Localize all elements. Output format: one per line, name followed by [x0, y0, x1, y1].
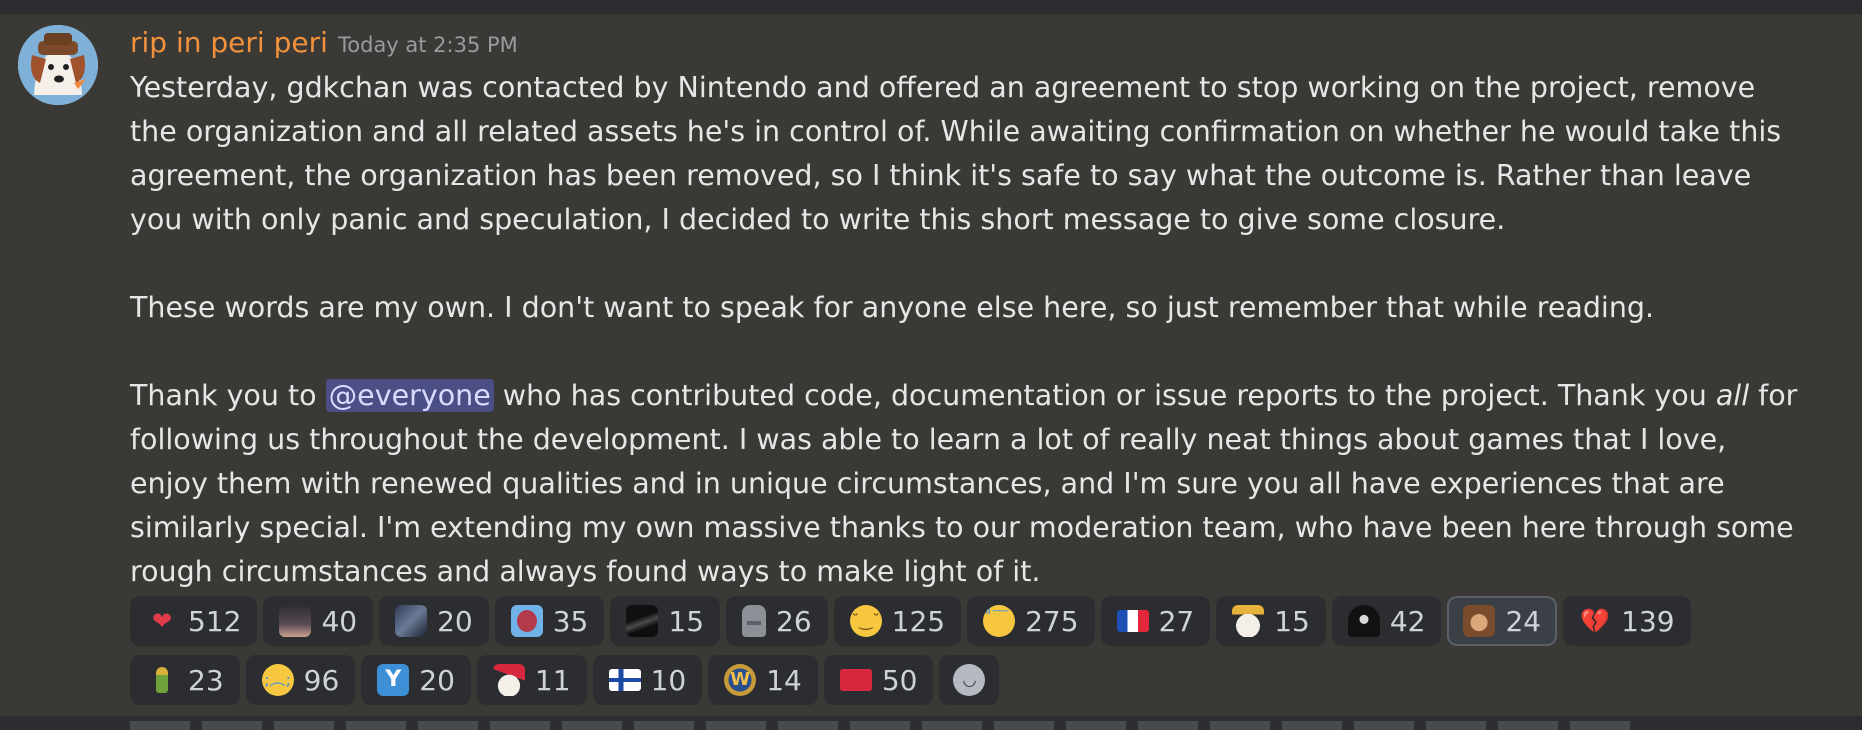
reaction-warcraft-logo[interactable]: W 14 — [708, 655, 818, 705]
truncated-text-line — [130, 721, 1630, 730]
next-message-peek — [0, 716, 1862, 730]
reactions-bar: ❤ 512 40 20 35 15 26 ˘‿˘ 125 ╥﹏╥ 27 — [130, 596, 1862, 714]
reaction-count: 24 — [1505, 604, 1542, 638]
reaction-finland-flag[interactable]: 10 — [592, 655, 703, 705]
everyone-mention[interactable]: @everyone — [325, 379, 494, 412]
paragraph-3-middle: who has contributed code, documentation … — [493, 379, 1716, 412]
reaction-bottle[interactable]: 23 — [130, 655, 240, 705]
reaction-y-letter[interactable]: Y 20 — [361, 655, 471, 705]
hooded-figure-icon — [1347, 605, 1380, 637]
reaction-count: 11 — [534, 663, 571, 697]
crying-face-icon: ;︵; — [261, 664, 294, 696]
top-bar — [0, 0, 1862, 14]
reaction-count: 275 — [1025, 604, 1079, 638]
message-paragraph-2: These words are my own. I don't want to … — [130, 291, 1655, 324]
warcraft-logo-icon: W — [724, 664, 757, 696]
moai-icon — [742, 605, 767, 637]
reaction-count: 14 — [766, 663, 802, 697]
monkey-face-icon — [1463, 605, 1496, 637]
reaction-person-emote[interactable]: 40 — [263, 596, 374, 646]
reaction-count: 26 — [776, 604, 812, 638]
dark-scene-icon — [626, 605, 659, 637]
reaction-count: 10 — [650, 663, 687, 697]
reaction-monkey-face[interactable]: 24 — [1447, 596, 1558, 646]
author-name[interactable]: rip in peri peri — [130, 26, 328, 59]
message-paragraph-3: Thank you to @everyone who has contribut… — [130, 374, 1810, 594]
reaction-loudly-crying-face[interactable]: ╥﹏╥ 275 — [967, 596, 1095, 646]
message-paragraph-1: Yesterday, gdkchan was contacted by Nint… — [130, 71, 1791, 236]
message-timestamp: Today at 2:35 PM — [338, 33, 518, 57]
reaction-france-flag[interactable]: 27 — [1100, 596, 1211, 646]
reaction-hooded-figure[interactable]: 42 — [1331, 596, 1442, 646]
reaction-count: 96 — [303, 663, 340, 697]
reaction-count: 20 — [419, 663, 455, 697]
reaction-count: 125 — [891, 604, 946, 638]
blue-frame-icon — [510, 605, 543, 637]
add-reaction-button[interactable]: ◡ — [939, 655, 1000, 705]
smiley-add-icon: ◡ — [953, 664, 986, 696]
reaction-dark-scene[interactable]: 15 — [610, 596, 721, 646]
reactions-row-2: 23 ;︵; 96 Y 20 11 10 W 14 50 ◡ — [130, 655, 1862, 705]
reaction-count: 35 — [552, 604, 589, 638]
party-dog-icon — [1232, 605, 1265, 637]
reaction-palestine-flag[interactable]: 50 — [823, 655, 934, 705]
bottle-icon — [146, 664, 178, 696]
loudly-crying-face-icon: ╥﹏╥ — [983, 605, 1016, 637]
reaction-count: 50 — [881, 663, 918, 697]
dog-avatar-icon — [18, 25, 98, 105]
reaction-moai[interactable]: 26 — [726, 596, 828, 646]
reactions-row-1: ❤ 512 40 20 35 15 26 ˘‿˘ 125 ╥﹏╥ 27 — [130, 596, 1862, 646]
reaction-count: 42 — [1389, 604, 1426, 638]
santa-dog-icon — [492, 664, 525, 696]
reaction-count: 139 — [1621, 604, 1675, 638]
reaction-relieved-face[interactable]: ˘‿˘ 125 — [833, 596, 962, 646]
person-emote-icon — [279, 605, 312, 637]
reaction-count: 20 — [437, 604, 473, 638]
reaction-blue-frame[interactable]: 35 — [494, 596, 605, 646]
relieved-face-icon: ˘‿˘ — [849, 605, 882, 637]
palestine-flag-icon — [839, 669, 872, 691]
reaction-santa-dog[interactable]: 11 — [476, 655, 587, 705]
reaction-count: 27 — [1158, 604, 1195, 638]
broken-heart-icon: 💔 — [1580, 607, 1611, 635]
reaction-count: 512 — [188, 604, 242, 638]
reaction-broken-heart[interactable]: 💔 139 — [1563, 596, 1691, 646]
reaction-count: 40 — [321, 604, 358, 638]
pixel-scene-icon — [395, 605, 428, 637]
paragraph-3-start: Thank you to — [130, 379, 326, 412]
reaction-party-dog[interactable]: 15 — [1216, 596, 1326, 646]
message-content: Yesterday, gdkchan was contacted by Nint… — [130, 66, 1810, 594]
reaction-count: 15 — [1274, 604, 1310, 638]
reaction-crying-face[interactable]: ;︵; 96 — [245, 655, 356, 705]
reaction-pixel-scene[interactable]: 20 — [379, 596, 489, 646]
france-flag-icon — [1116, 610, 1149, 632]
reaction-count: 23 — [188, 663, 224, 697]
emphasis-all: all — [1715, 379, 1750, 412]
avatar[interactable] — [18, 25, 98, 105]
reaction-red-heart[interactable]: ❤ 512 — [130, 596, 258, 646]
red-heart-icon: ❤ — [151, 607, 173, 635]
finland-flag-icon — [608, 669, 641, 691]
reaction-count: 15 — [668, 604, 705, 638]
y-letter-icon: Y — [377, 664, 410, 696]
